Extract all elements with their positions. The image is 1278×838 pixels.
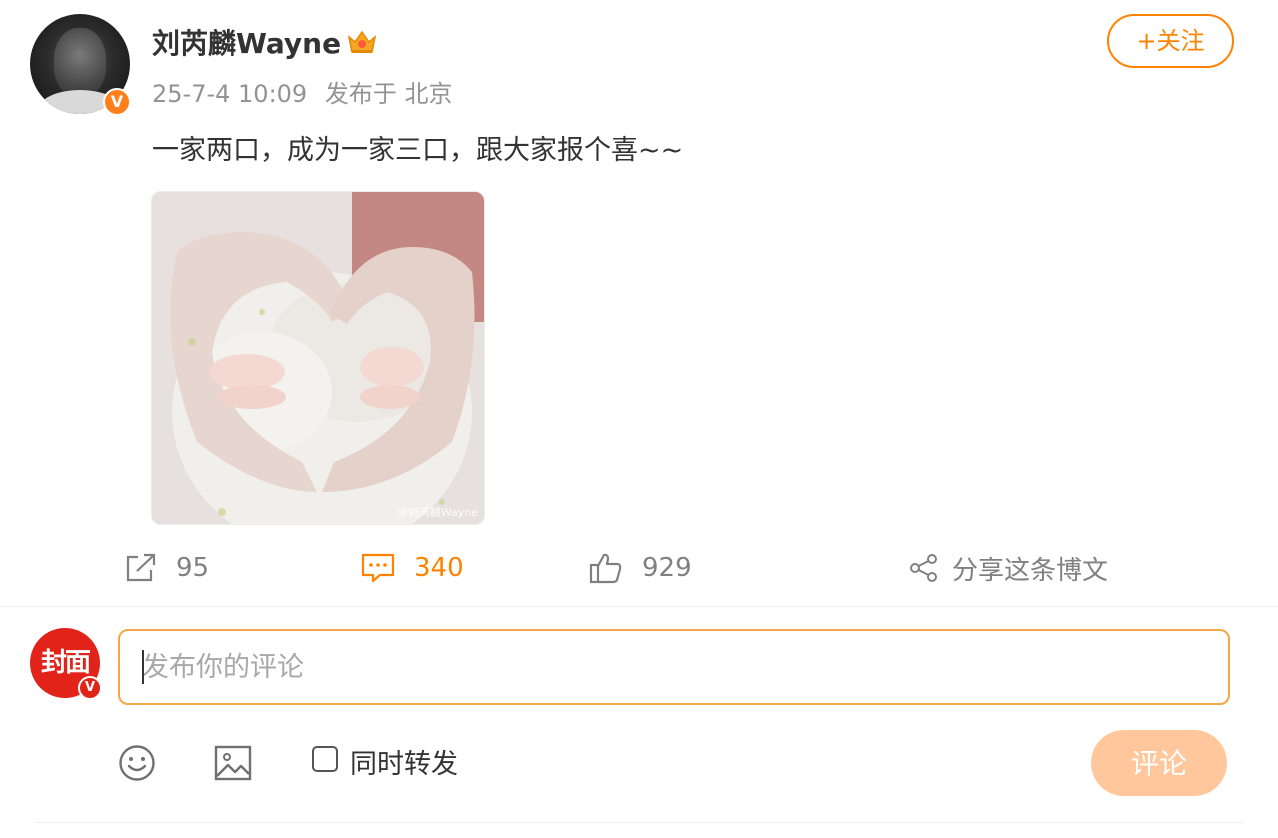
comment-input[interactable] bbox=[118, 629, 1230, 705]
post-image[interactable]: @刘芮麟Wayne bbox=[151, 191, 485, 525]
repost-checkbox[interactable] bbox=[312, 746, 338, 772]
verified-badge-icon: V bbox=[103, 88, 131, 116]
image-watermark: @刘芮麟Wayne bbox=[396, 506, 478, 519]
share-label: 分享这条博文 bbox=[952, 555, 1109, 586]
post-text: 一家两口，成为一家三口，跟大家报个喜~~ bbox=[152, 135, 684, 166]
emoji-icon[interactable] bbox=[118, 744, 156, 782]
crown-icon bbox=[347, 30, 377, 53]
post-location: 发布于 北京 bbox=[324, 80, 453, 108]
comment-button[interactable]: 340 bbox=[360, 548, 464, 588]
comment-count: 340 bbox=[414, 553, 464, 583]
like-button[interactable]: 929 bbox=[588, 548, 692, 588]
follow-button[interactable]: +关注 bbox=[1107, 14, 1234, 68]
repost-count: 95 bbox=[176, 553, 210, 583]
share-button[interactable]: 分享这条博文 bbox=[908, 548, 1108, 588]
post-image-illustration bbox=[152, 192, 484, 524]
post-timestamp: 25-7-4 10:09 bbox=[152, 80, 308, 108]
like-icon bbox=[589, 553, 622, 584]
bottom-divider bbox=[34, 822, 1244, 823]
text-caret bbox=[142, 650, 144, 684]
share-icon bbox=[910, 554, 937, 582]
like-count: 929 bbox=[642, 553, 692, 583]
repost-icon bbox=[126, 553, 156, 582]
comment-icon bbox=[361, 553, 395, 583]
post-meta: 25-7-4 10:09 发布于 北京 bbox=[152, 74, 452, 109]
repost-checkbox-label[interactable]: 同时转发 bbox=[350, 742, 458, 781]
author-name[interactable]: 刘芮麟Wayne bbox=[152, 22, 341, 62]
submit-comment-button[interactable]: 评论 bbox=[1091, 730, 1227, 796]
image-icon[interactable] bbox=[214, 745, 252, 781]
divider bbox=[0, 606, 1278, 607]
avatar-face bbox=[54, 28, 106, 96]
commenter-verified-icon: V bbox=[78, 676, 102, 700]
repost-button[interactable]: 95 bbox=[124, 548, 209, 588]
